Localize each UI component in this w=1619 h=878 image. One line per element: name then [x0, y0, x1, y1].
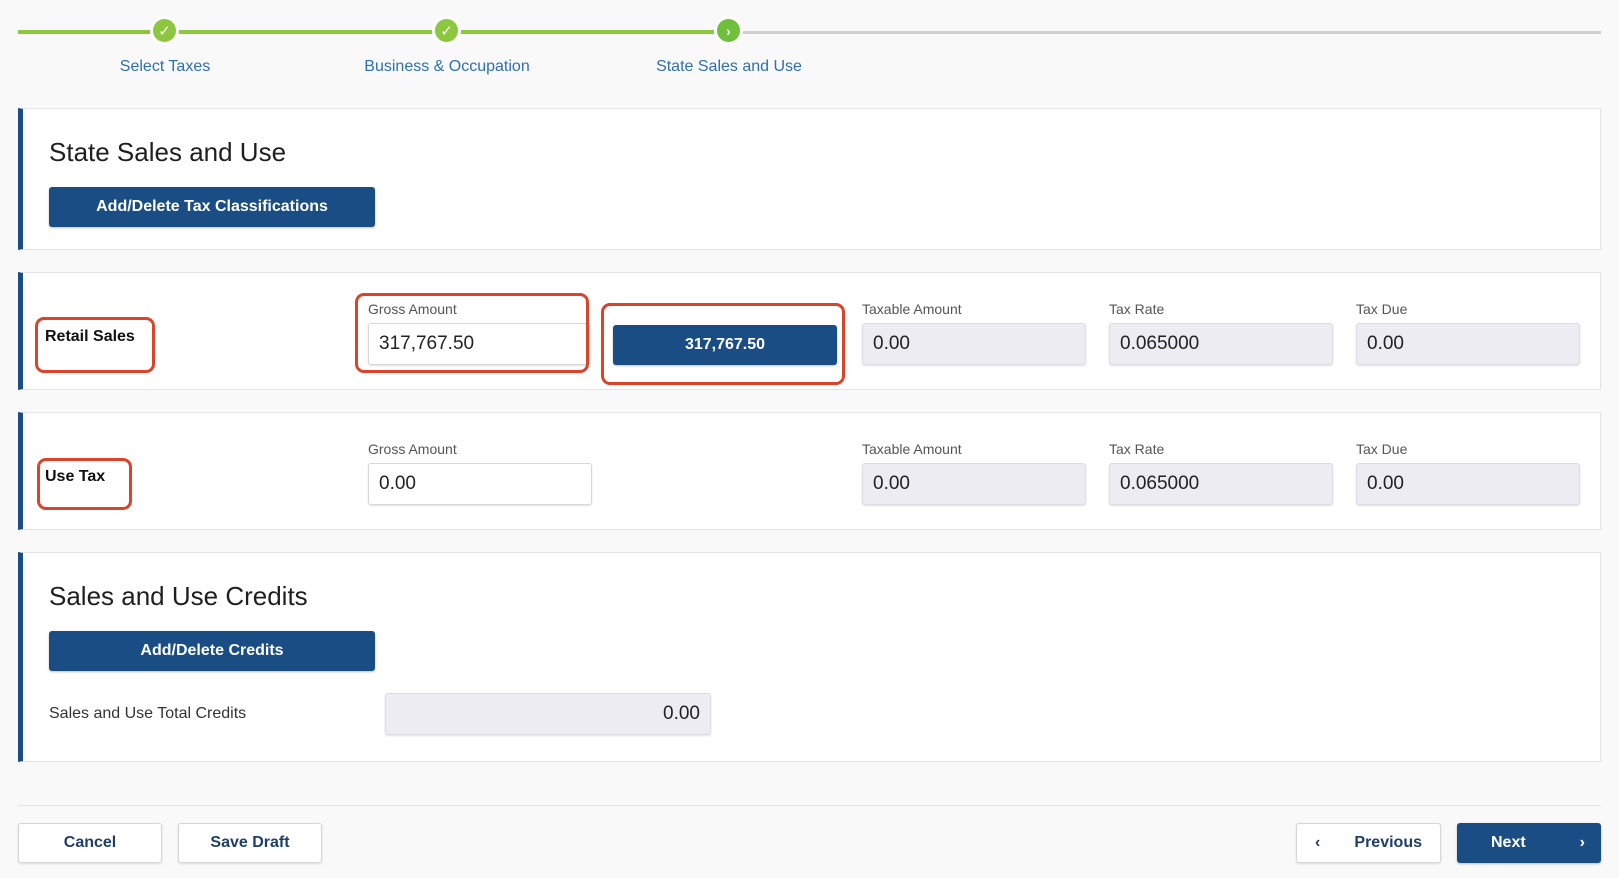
footer-divider: [18, 805, 1601, 806]
retail-sales-card: Retail Sales Gross Amount 317,767.50 317…: [18, 272, 1601, 390]
annotation-highlight: [37, 458, 132, 510]
section-title: State Sales and Use: [49, 137, 287, 167]
stepper-line-complete: [164, 30, 446, 34]
state-sales-card: State Sales and Use Add/Delete Tax Class…: [18, 108, 1601, 250]
total-credits-field: 0.00: [385, 693, 711, 735]
step-select-taxes[interactable]: Select Taxes: [120, 58, 210, 76]
add-delete-credits-button[interactable]: Add/Delete Credits: [49, 631, 375, 671]
tax-due-field: 0.00: [1356, 323, 1580, 365]
tax-rate-label: Tax Rate: [1109, 441, 1165, 457]
gross-amount-input[interactable]: 0.00: [368, 463, 592, 505]
taxable-amount-field: 0.00: [862, 463, 1086, 505]
stepper-line-complete: [446, 30, 728, 34]
step-state-sales-use[interactable]: State Sales and Use: [656, 58, 802, 76]
annotation-highlight: [35, 317, 155, 373]
next-label: Next: [1491, 834, 1526, 851]
section-title: Sales and Use Credits: [49, 581, 308, 611]
check-icon: ✓: [432, 16, 461, 45]
tax-rate-field: 0.065000: [1109, 463, 1333, 505]
check-icon: ✓: [150, 16, 179, 45]
stepper-line-complete: [18, 30, 164, 34]
previous-button[interactable]: ‹ Previous: [1296, 823, 1441, 863]
taxable-amount-field: 0.00: [862, 323, 1086, 365]
use-tax-card: Use Tax Gross Amount 0.00 Taxable Amount…: [18, 412, 1601, 530]
cancel-button[interactable]: Cancel: [18, 823, 162, 863]
tax-due-label: Tax Due: [1356, 441, 1408, 457]
tax-return-page: ✓ ✓ › Select Taxes Business & Occupation…: [0, 0, 1619, 878]
gross-amount-label: Gross Amount: [368, 441, 457, 457]
add-delete-tax-classifications-button[interactable]: Add/Delete Tax Classifications: [49, 187, 375, 227]
save-draft-button[interactable]: Save Draft: [178, 823, 322, 863]
tax-rate-label: Tax Rate: [1109, 301, 1165, 317]
taxable-amount-label: Taxable Amount: [862, 301, 962, 317]
taxable-amount-label: Taxable Amount: [862, 441, 962, 457]
credits-card: Sales and Use Credits Add/Delete Credits…: [18, 552, 1601, 762]
chevron-right-icon: ›: [1579, 834, 1585, 851]
annotation-highlight: [355, 293, 589, 373]
tax-rate-field: 0.065000: [1109, 323, 1333, 365]
annotation-highlight: [601, 303, 845, 385]
step-business-occupation[interactable]: Business & Occupation: [364, 58, 529, 76]
next-button[interactable]: Next ›: [1457, 823, 1601, 863]
total-credits-label: Sales and Use Total Credits: [49, 705, 247, 722]
tax-due-field: 0.00: [1356, 463, 1580, 505]
chevron-right-icon: ›: [714, 16, 743, 45]
previous-label: Previous: [1354, 834, 1422, 851]
stepper-line-pending: [728, 31, 1601, 34]
chevron-left-icon: ‹: [1315, 834, 1321, 851]
tax-due-label: Tax Due: [1356, 301, 1408, 317]
